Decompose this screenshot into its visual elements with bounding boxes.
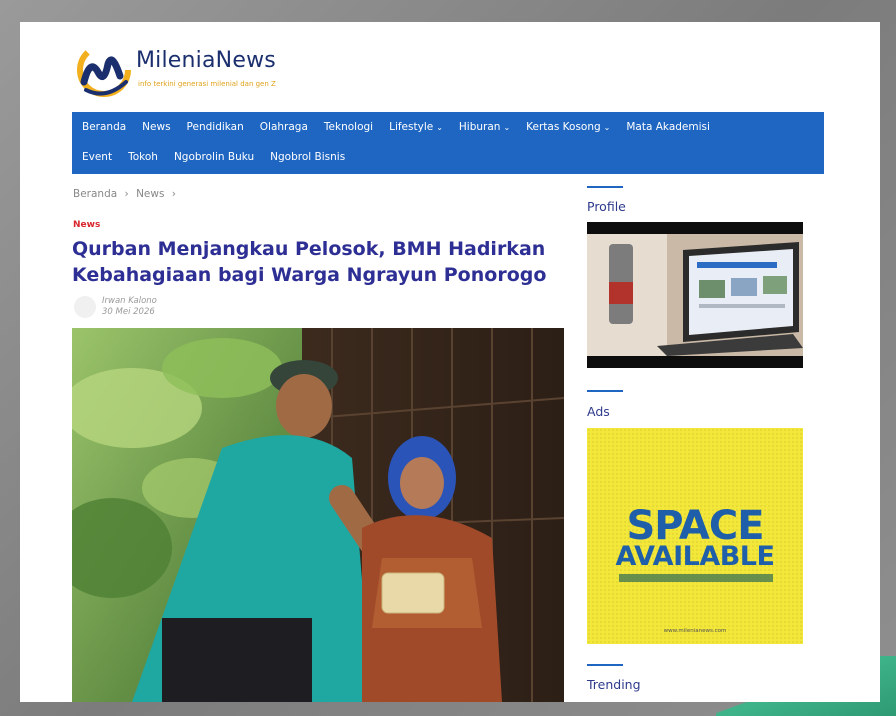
trending-heading: Trending	[587, 677, 641, 692]
chevron-down-icon: ⌄	[503, 123, 511, 132]
ad-banner[interactable]: SPACE AVAILABLE www.milenianews.com	[587, 428, 803, 644]
chevron-down-icon: ⌄	[436, 123, 443, 132]
ad-url: www.milenianews.com	[663, 628, 727, 634]
nav-item-tokoh[interactable]: Tokoh	[128, 151, 158, 163]
ad-subheadline: AVAILABLE	[615, 541, 775, 572]
nav-item-event[interactable]: Event	[82, 151, 112, 163]
breadcrumb-news[interactable]: News	[136, 188, 164, 200]
article-category[interactable]: News	[73, 220, 100, 230]
nav-item-ngobrol-bisnis[interactable]: Ngobrol Bisnis	[270, 151, 345, 163]
nav-label: Lifestyle	[389, 121, 434, 133]
nav-label: Beranda	[82, 121, 127, 133]
nav-item-teknologi[interactable]: Teknologi	[324, 121, 373, 133]
breadcrumb-home[interactable]: Beranda	[73, 188, 117, 200]
ads-divider	[587, 390, 623, 392]
breadcrumb-separator: ›	[171, 188, 176, 200]
nav-item-olahraga[interactable]: Olahraga	[260, 121, 308, 133]
article-date: 30 Mei 2026	[102, 307, 155, 317]
nav-item-news[interactable]: News	[142, 121, 170, 133]
nav-label: Olahraga	[259, 121, 308, 133]
nav-label: Tokoh	[128, 151, 158, 163]
ad-headline: SPACE	[626, 503, 764, 549]
author-avatar	[74, 296, 96, 318]
main-navigation: Beranda News Pendidikan Olahraga Teknolo…	[72, 112, 824, 174]
nav-label: Ngobrol Bisnis	[270, 151, 346, 163]
ads-heading: Ads	[587, 404, 610, 419]
breadcrumb-separator: ›	[124, 188, 129, 200]
nav-row-2: Event Tokoh Ngobrolin Buku Ngobrol Bisni…	[72, 142, 351, 172]
hero-photo-illustration	[72, 328, 564, 702]
nav-row-1: Beranda News Pendidikan Olahraga Teknolo…	[72, 112, 716, 142]
site-logo[interactable]: MileniaNews info terkini generasi mileni…	[76, 42, 296, 102]
profile-divider	[587, 186, 623, 188]
nav-label: Kertas Kosong	[526, 121, 601, 133]
breadcrumb: Beranda › News ›	[73, 188, 180, 200]
trending-divider	[587, 664, 623, 666]
nav-item-kertas-kosong[interactable]: Kertas Kosong ⌄	[526, 121, 610, 133]
nav-item-ngobrolin-buku[interactable]: Ngobrolin Buku	[174, 151, 254, 163]
nav-label: Pendidikan	[186, 121, 244, 133]
nav-label: Mata Akademisi	[626, 121, 710, 133]
chevron-down-icon: ⌄	[603, 123, 611, 132]
laptop-photo-illustration	[587, 222, 803, 368]
article-hero-image	[72, 328, 564, 702]
site-name: MileniaNews	[136, 48, 276, 73]
nav-label: News	[142, 121, 171, 133]
web-page: MileniaNews info terkini generasi mileni…	[20, 22, 880, 702]
nav-item-pendidikan[interactable]: Pendidikan	[187, 121, 244, 133]
nav-label: Ngobrolin Buku	[173, 151, 255, 163]
site-tagline: info terkini generasi milenial dan gen Z	[138, 80, 276, 88]
nav-item-hiburan[interactable]: Hiburan ⌄	[459, 121, 510, 133]
nav-item-mata-akademisi[interactable]: Mata Akademisi	[626, 121, 710, 133]
article-author[interactable]: Irwan Kalono	[102, 296, 157, 306]
m-swoosh-logo-icon	[77, 43, 131, 97]
nav-label: Teknologi	[323, 121, 374, 133]
nav-item-beranda[interactable]: Beranda	[82, 121, 126, 133]
nav-item-lifestyle[interactable]: Lifestyle ⌄	[389, 121, 443, 133]
article-title: Qurban Menjangkau Pelosok, BMH Hadirkan …	[72, 238, 547, 286]
nav-label: Hiburan	[458, 121, 501, 133]
profile-heading: Profile	[587, 199, 626, 214]
nav-label: Event	[82, 151, 113, 163]
ad-underline-bar	[619, 574, 773, 582]
profile-video-thumbnail[interactable]	[587, 222, 803, 368]
